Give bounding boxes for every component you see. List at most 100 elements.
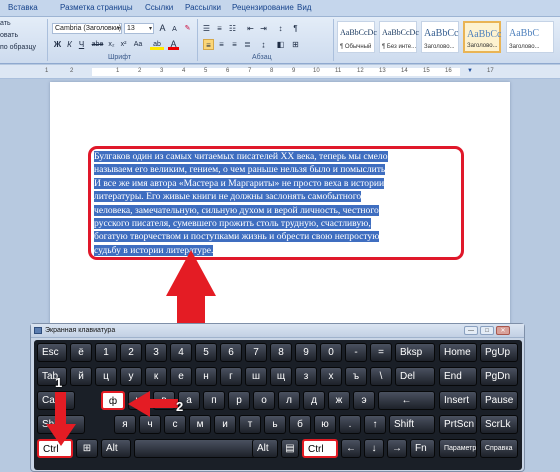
key-options[interactable]: Параметры [439,439,477,458]
style-heading-3[interactable]: AaBbC Заголово... [506,21,554,53]
key-enter[interactable]: ← [378,391,435,410]
minimize-button[interactable]: — [464,326,478,335]
key-e[interactable]: е [170,367,192,386]
key-ts[interactable]: ц [95,367,117,386]
key-pause[interactable]: Pause [480,391,518,410]
key-6[interactable]: 6 [220,343,242,362]
key-arrow-right[interactable]: → [387,439,407,458]
key-period[interactable]: . [339,415,361,434]
font-name-select[interactable]: Cambria (Заголовки) ▾ [52,23,122,34]
tab-references[interactable]: Ссылки [145,3,173,12]
key-0[interactable]: 0 [320,343,342,362]
key-esc[interactable]: Esc [37,343,67,362]
key-9[interactable]: 9 [295,343,317,362]
key-y-short[interactable]: й [70,367,92,386]
align-right-icon[interactable]: ≡ [229,39,240,50]
key-equals[interactable]: = [370,343,392,362]
style-no-spacing[interactable]: AaBbCcDc ¶ Без инте... [379,21,419,53]
key-del[interactable]: Del [395,367,435,386]
key-alt-right[interactable]: Alt [252,439,278,458]
key-space[interactable] [134,439,256,458]
key-yu[interactable]: ю [314,415,336,434]
ruler-indent-marker-icon[interactable]: ▼ [467,68,473,74]
key-5[interactable]: 5 [195,343,217,362]
increase-indent-icon[interactable]: ⇥ [258,23,269,34]
key-fn[interactable]: Fn [410,439,435,458]
key-insert[interactable]: Insert [439,391,477,410]
key-scrlk[interactable]: ScrLk [480,415,518,434]
key-alt-left[interactable]: Alt [101,439,131,458]
bold-button[interactable]: Ж [52,39,63,50]
key-ctrl-right[interactable]: Ctrl [302,439,338,458]
decrease-indent-icon[interactable]: ⇤ [245,23,256,34]
numbering-icon[interactable]: ≡ [214,23,225,34]
key-k[interactable]: к [145,367,167,386]
tab-insert[interactable]: Вставка [8,3,38,12]
key-z[interactable]: з [295,367,317,386]
line-spacing-icon[interactable]: ↨ [258,39,269,50]
key-backslash[interactable]: \ [370,367,392,386]
key-f[interactable]: ф [101,391,125,410]
key-shch[interactable]: щ [270,367,292,386]
clear-format-icon[interactable]: ✎ [182,23,193,34]
key-o[interactable]: о [253,391,275,410]
key-home[interactable]: Home [439,343,477,362]
key-windows[interactable]: ⊞ [76,439,98,458]
key-shift-right[interactable]: Shift [389,415,435,434]
key-3[interactable]: 3 [145,343,167,362]
sort-icon[interactable]: ↕ [275,23,286,34]
key-prtscn[interactable]: PrtScn [439,415,477,434]
key-menu[interactable]: ▤ [281,439,299,458]
key-i[interactable]: и [214,415,236,434]
font-color-button[interactable]: A [168,39,179,50]
pilcrow-icon[interactable]: ¶ [290,23,301,34]
key-t[interactable]: т [239,415,261,434]
horizontal-ruler[interactable]: 1 2 1 2 3 4 5 6 7 8 9 10 11 12 13 14 15 … [0,65,560,79]
key-hard-sign[interactable]: ъ [345,367,367,386]
key-zh[interactable]: ж [328,391,350,410]
key-arrow-up[interactable]: ↑ [364,415,386,434]
format-painter-button[interactable]: по образцу [0,44,36,51]
key-b[interactable]: б [289,415,311,434]
style-normal[interactable]: AaBbCcDc ¶ Обычный [337,21,377,53]
strikethrough-button[interactable]: abe [90,39,105,50]
key-g[interactable]: г [220,367,242,386]
tab-view[interactable]: Вид [297,3,311,12]
key-s[interactable]: с [164,415,186,434]
style-heading-2[interactable]: AaBbCc Заголово... [463,21,501,53]
superscript-button[interactable]: x² [118,39,129,50]
key-m[interactable]: м [189,415,211,434]
clipboard-copy-item[interactable]: овать [0,32,18,39]
maximize-button[interactable]: □ [480,326,494,335]
grow-font-button[interactable]: A [157,23,168,34]
shrink-font-button[interactable]: A [169,24,180,35]
key-tab[interactable]: Tab [37,367,67,386]
tab-page-layout[interactable]: Разметка страницы [60,3,133,12]
key-ch[interactable]: ч [139,415,161,434]
key-n[interactable]: н [195,367,217,386]
key-4[interactable]: 4 [170,343,192,362]
key-u[interactable]: у [120,367,142,386]
key-h[interactable]: х [320,367,342,386]
key-minus[interactable]: - [345,343,367,362]
tab-mailings[interactable]: Рассылки [185,3,221,12]
key-end[interactable]: End [439,367,477,386]
style-heading-1[interactable]: AaBbCc Заголово... [421,21,459,53]
change-case-button[interactable]: Aa [131,39,145,50]
close-button[interactable]: ✕ [496,326,510,335]
font-size-select[interactable]: 13 ▾ [124,23,154,34]
key-e-reverse[interactable]: э [353,391,375,410]
key-pgup[interactable]: PgUp [480,343,518,362]
shading-icon[interactable]: ◧ [275,39,286,50]
key-7[interactable]: 7 [245,343,267,362]
key-arrow-down[interactable]: ↓ [364,439,384,458]
align-center-icon[interactable]: ≡ [216,39,227,50]
italic-button[interactable]: К [64,39,75,50]
key-soft-sign[interactable]: ь [264,415,286,434]
bullets-icon[interactable]: ☰ [201,23,212,34]
key-arrow-left[interactable]: ← [341,439,361,458]
clipboard-paste-item[interactable]: ать [0,20,11,27]
key-pgdn[interactable]: PgDn [480,367,518,386]
justify-icon[interactable]: ≣ [242,39,253,50]
key-backspace[interactable]: Bksp [395,343,435,362]
